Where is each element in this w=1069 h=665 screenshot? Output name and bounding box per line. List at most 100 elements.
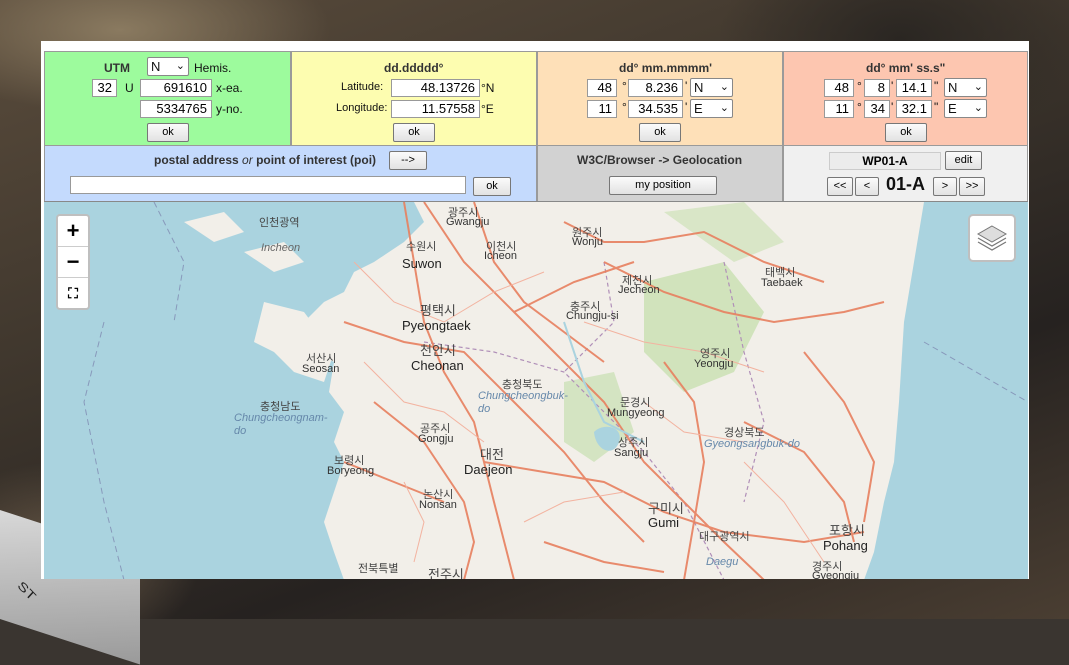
geolocation-panel: W3C/Browser -> Geolocation my position xyxy=(537,145,783,202)
dms-lon-hem-select[interactable]: E ⌄ xyxy=(944,99,987,118)
sea-boundary xyxy=(923,341,1028,403)
fullscreen-icon[interactable]: ⛶ xyxy=(58,278,88,308)
degmin-lat-hem-value: N xyxy=(694,80,704,95)
map-label-nonsan: Nonsan xyxy=(419,499,457,511)
second-symbol: " xyxy=(934,79,939,93)
waypoint-last-button[interactable]: >> xyxy=(959,177,985,196)
map-label-daejeon-ko: 대전 xyxy=(480,447,504,462)
map-label-icheon: Icheon xyxy=(484,250,518,262)
poi-title-part2: point of interest (poi) xyxy=(256,153,377,167)
sea-boundary xyxy=(153,202,185,323)
minute-symbol: ' xyxy=(891,100,894,114)
utm-northing-input[interactable]: 5334765 xyxy=(140,100,212,118)
decimal-degrees-panel: dd.ddddd° Latitude: 48.13726 °N Longitud… xyxy=(291,51,537,146)
map-label-boryeong: Boryeong xyxy=(327,465,375,477)
waypoint-current: 01-A xyxy=(886,174,926,194)
geolocation-title: W3C/Browser -> Geolocation xyxy=(577,153,743,167)
latitude-label: Latitude: xyxy=(341,81,384,93)
minute-symbol: ' xyxy=(891,79,894,93)
map-label-suwon: Suwon xyxy=(402,256,442,271)
zoom-in-button[interactable]: + xyxy=(58,216,88,247)
land-island-1 xyxy=(184,212,244,242)
map-label-gongju: Gongju xyxy=(418,433,454,445)
map-label-pohang-ko: 포항시 xyxy=(829,523,865,538)
map-label-jecheon: Jecheon xyxy=(618,284,660,296)
map-label-gumi: Gumi xyxy=(648,515,680,530)
map-label-jeonju-ko: 전주시 xyxy=(428,567,464,579)
dms-lat-hem-value: N xyxy=(948,80,958,95)
dms-lon-hem-value: E xyxy=(948,101,957,116)
dms-lat-deg-input[interactable]: 48 xyxy=(824,79,854,97)
poi-title-part1: postal address xyxy=(154,153,239,167)
browser-window: UTM N ⌄ Hemis. 32 U 691610 x-ea. 5334765 … xyxy=(41,41,1029,579)
map-label-incheon-ko: 인천광역 xyxy=(259,217,300,229)
degmin-lon-hem-select[interactable]: E ⌄ xyxy=(690,99,733,118)
northing-label: y-no. xyxy=(216,102,243,116)
dms-ok-button[interactable]: ok xyxy=(885,123,927,142)
latitude-unit: °N xyxy=(481,81,495,95)
degmin-ok-button[interactable]: ok xyxy=(639,123,681,142)
poi-search-input[interactable] xyxy=(70,176,466,194)
degmin-lon-min-input[interactable]: 34.535 xyxy=(628,100,683,118)
map-label-chungju: Chungju-si xyxy=(566,310,619,322)
degree-symbol: ° xyxy=(622,79,627,93)
degree-symbol: ° xyxy=(622,100,627,114)
degree-symbol: ° xyxy=(857,100,862,114)
chevron-down-icon: ⌄ xyxy=(973,81,983,93)
my-position-button[interactable]: my position xyxy=(609,176,717,195)
poi-title: postal address or point of interest (poi… xyxy=(154,153,376,167)
layers-button[interactable] xyxy=(968,214,1016,262)
degmin-lon-deg-input[interactable]: 11 xyxy=(587,100,617,118)
dms-lat-min-input[interactable]: 8 xyxy=(864,79,890,97)
degrees-minutes-panel: dd° mm.mmmm' 48 ° 8.236 ' N ⌄ 11 ° 34.535… xyxy=(537,51,783,146)
chevron-down-icon: ⌄ xyxy=(719,102,729,114)
dms-lat-sec-input[interactable]: 14.1 xyxy=(896,79,932,97)
easting-label: x-ea. xyxy=(216,81,243,95)
utm-zone-letter: U xyxy=(125,81,134,95)
dms-lon-deg-input[interactable]: 11 xyxy=(824,100,854,118)
longitude-input[interactable]: 11.57558 xyxy=(391,100,480,118)
dms-title: dd° mm' ss.s" xyxy=(866,61,946,75)
degmin-lat-min-input[interactable]: 8.236 xyxy=(628,79,683,97)
map-label-sangju: Sangju xyxy=(614,447,649,459)
waypoint-name-field[interactable]: WP01-A xyxy=(829,152,941,170)
map-label-yeongju: Yeongju xyxy=(694,358,734,370)
poi-ok-button[interactable]: ok xyxy=(473,177,511,196)
waypoint-panel: WP01-A edit << < 01-A > >> xyxy=(783,145,1028,202)
utm-zone-number-input[interactable]: 32 xyxy=(92,79,117,97)
map-label-gyeongju: Gyeongju xyxy=(812,570,860,579)
waypoint-first-button[interactable]: << xyxy=(827,177,853,196)
waypoint-next-button[interactable]: > xyxy=(933,177,957,196)
map-label-suwon-ko: 수원시 xyxy=(406,241,437,253)
sea-boundary xyxy=(83,321,125,579)
poi-search-panel: postal address or point of interest (poi… xyxy=(44,145,537,202)
dms-lon-min-input[interactable]: 34 xyxy=(864,100,890,118)
poi-title-or: or xyxy=(242,153,253,167)
zoom-out-button[interactable]: − xyxy=(58,247,88,278)
degrees-minutes-seconds-panel: dd° mm' ss.s" 48 ° 8 ' 14.1 " N ⌄ 11 ° 34… xyxy=(783,51,1028,146)
waypoint-prev-button[interactable]: < xyxy=(855,177,879,196)
poi-arrow-button[interactable]: --> xyxy=(389,151,427,170)
hemisphere-value: N xyxy=(151,59,161,74)
utm-easting-input[interactable]: 691610 xyxy=(140,79,212,97)
map-label-cheonan: Cheonan xyxy=(411,358,464,373)
map-label-daegu: Daegu xyxy=(706,556,739,568)
degmin-lat-deg-input[interactable]: 48 xyxy=(587,79,617,97)
dms-lat-hem-select[interactable]: N ⌄ xyxy=(944,78,987,97)
map-view[interactable]: 인천광역 Incheon 수원시 Suwon 광주시 Gwangju 이천시 I… xyxy=(44,201,1028,579)
degmin-lat-hem-select[interactable]: N ⌄ xyxy=(690,78,733,97)
longitude-unit: °E xyxy=(481,102,494,116)
decimal-title: dd.ddddd° xyxy=(384,61,444,75)
latitude-input[interactable]: 48.13726 xyxy=(391,79,480,97)
decimal-ok-button[interactable]: ok xyxy=(393,123,435,142)
map-label-wonju: Wonju xyxy=(572,236,603,248)
dms-lon-sec-input[interactable]: 32.1 xyxy=(896,100,932,118)
map-label-taebaek: Taebaek xyxy=(761,277,803,289)
chevron-down-icon: ⌄ xyxy=(973,102,983,114)
hemisphere-select[interactable]: N ⌄ xyxy=(147,57,189,76)
map-label-pohang: Pohang xyxy=(823,538,868,553)
utm-ok-button[interactable]: ok xyxy=(147,123,189,142)
map-label-seosan: Seosan xyxy=(302,363,340,375)
waypoint-edit-button[interactable]: edit xyxy=(945,151,982,170)
map-label-pyeongtaek-ko: 평택시 xyxy=(420,303,456,318)
